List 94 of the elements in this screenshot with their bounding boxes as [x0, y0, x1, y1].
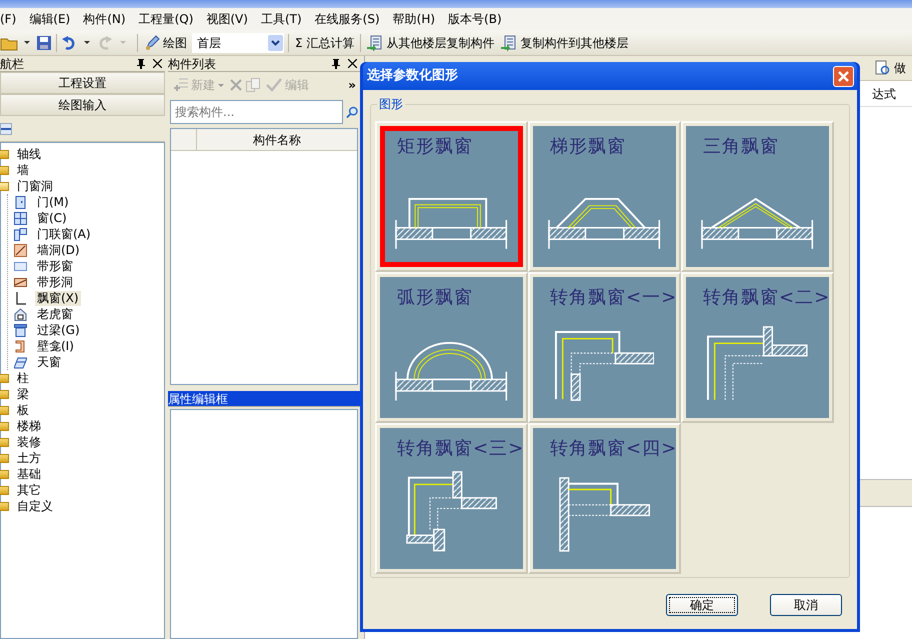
tree-item[interactable]: 窗(C) [35, 210, 69, 226]
document-icon [501, 34, 518, 50]
pin-icon [332, 58, 340, 68]
shape-option[interactable]: 弧形飘窗 [375, 272, 528, 423]
close-icon[interactable] [348, 59, 357, 68]
tree-item[interactable]: 门窗洞 [15, 178, 55, 194]
undo-icon[interactable] [61, 34, 77, 50]
wall-opening-icon [14, 244, 27, 256]
door-icon [14, 196, 27, 208]
bay-window-icon [14, 292, 27, 304]
shape-option[interactable]: 转角飘窗<三> [375, 423, 528, 574]
shape-label: 弧形飘窗 [396, 286, 474, 310]
menu-item[interactable]: (F) [0, 8, 24, 30]
shape-label: 三角飘窗 [702, 135, 780, 159]
save-icon[interactable] [36, 34, 52, 50]
menu-item[interactable]: 构件(N) [83, 8, 133, 30]
tree-item[interactable]: 过梁(G) [35, 322, 82, 338]
add-icon [174, 78, 188, 92]
dialog-title: 选择参数化图形 [367, 67, 458, 86]
cancel-button[interactable]: 取消 [770, 594, 842, 616]
pencil-icon [144, 34, 160, 50]
tree-item[interactable]: 天窗 [35, 354, 63, 370]
close-icon [838, 70, 849, 82]
document-search-icon [875, 60, 891, 76]
shape-option[interactable]: 梯形飘窗 [528, 121, 681, 272]
pin-icon [137, 58, 145, 68]
lintel-icon [14, 324, 27, 336]
menu-item[interactable]: 版本号(B) [448, 8, 509, 30]
chevron-icon [271, 40, 280, 46]
tree-item[interactable]: 自定义 [15, 498, 55, 514]
tree-item[interactable]: 装修 [15, 434, 43, 450]
shape-option[interactable]: 转角飘窗<二> [681, 272, 834, 423]
dormer-icon [14, 308, 27, 320]
skylight-icon [14, 356, 27, 368]
copy-to-floor-button[interactable]: 复制构件到其他楼层 [499, 34, 630, 52]
search-field[interactable]: 搜索构件... [170, 100, 344, 124]
menu-item[interactable]: 工具(T) [260, 8, 309, 30]
nav-button[interactable]: 工程设置 [0, 72, 165, 94]
floor-dropdown[interactable]: 首层 [192, 32, 284, 52]
menu-item[interactable]: 在线服务(S) [314, 8, 387, 30]
tree-item[interactable]: 土方 [15, 450, 43, 466]
calculate-button[interactable]: Σ 汇总计算 [293, 34, 356, 52]
more-button[interactable]: » [348, 76, 356, 94]
tree-item[interactable]: 轴线 [15, 146, 43, 162]
niche-icon [14, 340, 27, 352]
strip-window-icon [14, 260, 27, 272]
menu-item[interactable]: 工程量(Q) [138, 8, 200, 30]
tree-item[interactable]: 门(M) [35, 194, 71, 210]
menu-item[interactable]: 编辑(E) [29, 8, 78, 30]
tree-item[interactable]: 墙洞(D) [35, 242, 82, 258]
shape-label: 矩形飘窗 [396, 135, 474, 159]
copy-from-floor-button[interactable]: 从其他楼层复制构件 [365, 34, 496, 52]
window-icon [14, 212, 27, 224]
tree-item[interactable]: 板 [15, 402, 31, 418]
search-icon[interactable] [346, 106, 358, 118]
shape-option[interactable]: 转角飘窗<四> [528, 423, 681, 574]
tree-item[interactable]: 墙 [15, 162, 31, 178]
group-label: 图形 [377, 97, 405, 111]
tree-item[interactable]: 柱 [15, 370, 31, 386]
document-icon [367, 34, 384, 50]
tree-item[interactable]: 门联窗(A) [35, 226, 93, 242]
nav-button[interactable]: 绘图输入 [0, 94, 165, 116]
toolbar-button[interactable]: 做 [873, 59, 908, 77]
tree-item[interactable]: 带形窗 [35, 258, 75, 274]
tree-item[interactable]: 带形洞 [35, 274, 75, 290]
check-icon [266, 78, 282, 92]
collapse-icon[interactable] [0, 122, 12, 134]
tree-item[interactable]: 其它 [15, 482, 43, 498]
panel-title: 构件列表 [168, 56, 217, 72]
shape-label: 梯形飘窗 [549, 135, 627, 159]
tree-item[interactable]: 老虎窗 [35, 306, 75, 322]
close-button[interactable] [833, 66, 854, 86]
column-header: 构件名称 [252, 132, 302, 149]
tree-item[interactable]: 飘窗(X) [35, 290, 81, 306]
caret-icon[interactable] [24, 41, 30, 44]
panel-title: 属性编辑框 [168, 390, 229, 406]
door-window-icon [14, 228, 27, 240]
menu-item[interactable]: 视图(V) [206, 8, 255, 30]
shape-option[interactable]: 矩形飘窗 [375, 121, 528, 272]
menu-item[interactable]: 帮助(H) [392, 8, 442, 30]
shape-option[interactable]: 三角飘窗 [681, 121, 834, 272]
caret-icon[interactable] [84, 41, 90, 44]
strip-opening-icon [14, 276, 27, 288]
tree-item[interactable]: 梁 [15, 386, 31, 402]
panel-title: 航栏 [0, 56, 25, 72]
tree-item[interactable]: 基础 [15, 466, 43, 482]
column-header: 达式 [872, 86, 896, 102]
draw-button[interactable]: 绘图 [142, 34, 189, 52]
tree-item[interactable]: 壁龛(I) [35, 338, 76, 354]
tree-item[interactable]: 楼梯 [15, 418, 43, 434]
ok-button[interactable]: 确定 [666, 594, 738, 616]
close-icon[interactable] [153, 59, 162, 68]
shape-option[interactable]: 转角飘窗<一> [528, 272, 681, 423]
caret-icon [218, 84, 224, 86]
